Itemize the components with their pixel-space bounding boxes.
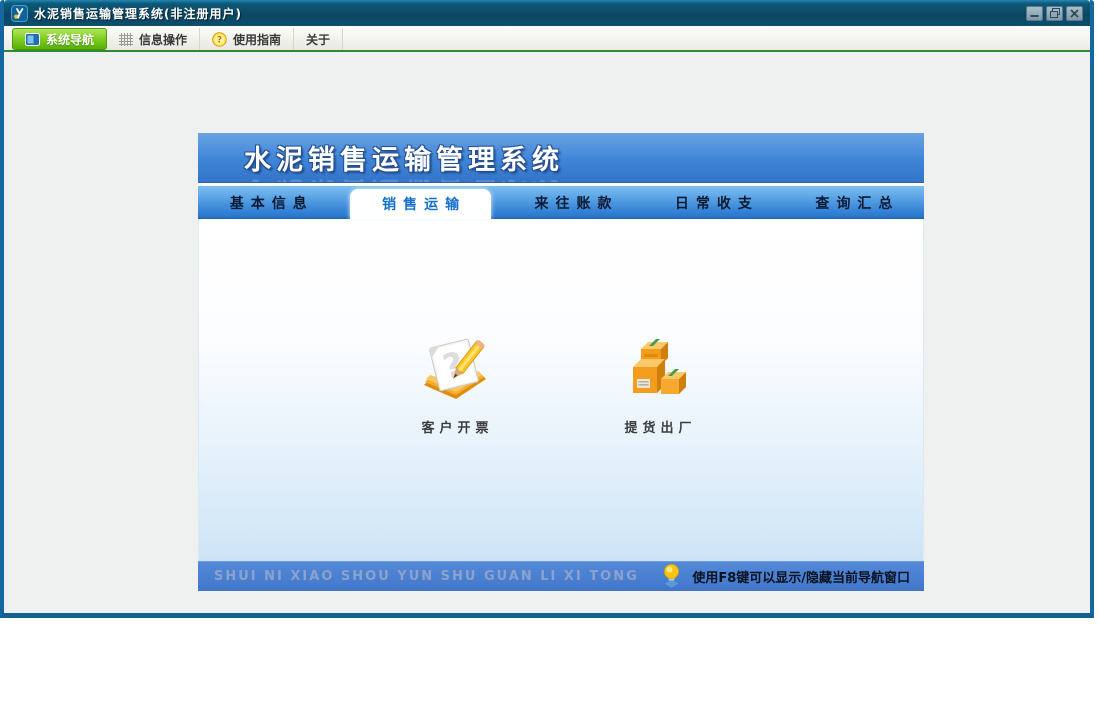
navigation-panel-icon	[25, 32, 40, 46]
shortcut-label: 客户开票	[421, 421, 494, 436]
titlebar: 水泥销售运输管理系统(非注册用户)	[4, 0, 1090, 26]
panel-header: 水泥销售运输管理系统 水泥销售运输管理系统	[198, 133, 924, 182]
tab-accounts[interactable]: 来往账款	[503, 186, 643, 219]
minimize-button[interactable]	[1026, 5, 1043, 21]
app-window: 水泥销售运输管理系统(非注册用户) 系统导航 信息操作 ? 使用指南 关于 水泥…	[0, 0, 1094, 618]
toolbar-item-info-operations[interactable]: 信息操作	[107, 28, 201, 50]
main-area: 水泥销售运输管理系统 水泥销售运输管理系统 基本信息 销售运输 来往账款 日常收…	[4, 52, 1090, 611]
grid-icon	[119, 32, 134, 46]
desktop-background: 水泥销售运输管理系统(非注册用户) 系统导航 信息操作 ? 使用指南 关于 水泥…	[0, 0, 1098, 716]
f8-hint: 使用F8键可以显示/隐藏当前导航窗口	[660, 563, 910, 590]
window-title: 水泥销售运输管理系统(非注册用户)	[34, 6, 242, 21]
toolbar-item-label: 关于	[306, 32, 331, 47]
svg-text:?: ?	[217, 35, 222, 45]
toolbar-item-label: 信息操作	[139, 32, 188, 47]
close-icon	[1070, 8, 1079, 18]
toolbar-item-about[interactable]: 关于	[294, 28, 344, 50]
tab-daily-expenses[interactable]: 日常收支	[643, 186, 783, 219]
tab-basic-info[interactable]: 基本信息	[198, 186, 338, 219]
panel-content: ? 客户开票 提货出厂	[198, 219, 924, 561]
navigation-panel: 水泥销售运输管理系统 水泥销售运输管理系统 基本信息 销售运输 来往账款 日常收…	[198, 133, 924, 591]
pickup-boxes-icon	[633, 339, 686, 394]
toolbar-item-system-navigation[interactable]: 系统导航	[12, 28, 108, 50]
minimize-icon	[1030, 14, 1039, 17]
toolbar-item-label: 使用指南	[233, 32, 282, 47]
lightbulb-icon	[662, 564, 682, 589]
help-coin-icon: ?	[212, 31, 227, 47]
f8-hint-text: 使用F8键可以显示/隐藏当前导航窗口	[692, 571, 910, 586]
close-button[interactable]	[1066, 5, 1083, 21]
tab-query-summary[interactable]: 查询汇总	[784, 186, 924, 219]
window-controls	[1026, 5, 1083, 21]
pinyin-watermark: SHUI NI XIAO SHOU YUN SHU GUAN LI XI TON…	[214, 569, 639, 584]
invoice-notepad-pencil-icon: ?	[424, 338, 486, 399]
restore-icon	[1049, 8, 1060, 18]
panel-footer: SHUI NI XIAO SHOU YUN SHU GUAN LI XI TON…	[198, 561, 924, 591]
app-logo-icon	[11, 4, 28, 22]
toolbar-item-user-guide[interactable]: ? 使用指南	[200, 28, 295, 50]
shortcut-pickup-delivery[interactable]: 提货出厂	[593, 337, 723, 436]
shortcut-customer-invoicing[interactable]: ? 客户开票	[390, 337, 520, 436]
toolbar: 系统导航 信息操作 ? 使用指南 关于	[4, 26, 1090, 52]
tab-sales-transport[interactable]: 销售运输	[350, 189, 491, 219]
shortcut-label: 提货出厂	[624, 421, 697, 436]
panel-tabbar: 基本信息 销售运输 来往账款 日常收支 查询汇总	[198, 186, 924, 219]
toolbar-item-label: 系统导航	[46, 32, 95, 47]
restore-button[interactable]	[1046, 5, 1063, 21]
panel-title: 水泥销售运输管理系统	[244, 145, 564, 176]
